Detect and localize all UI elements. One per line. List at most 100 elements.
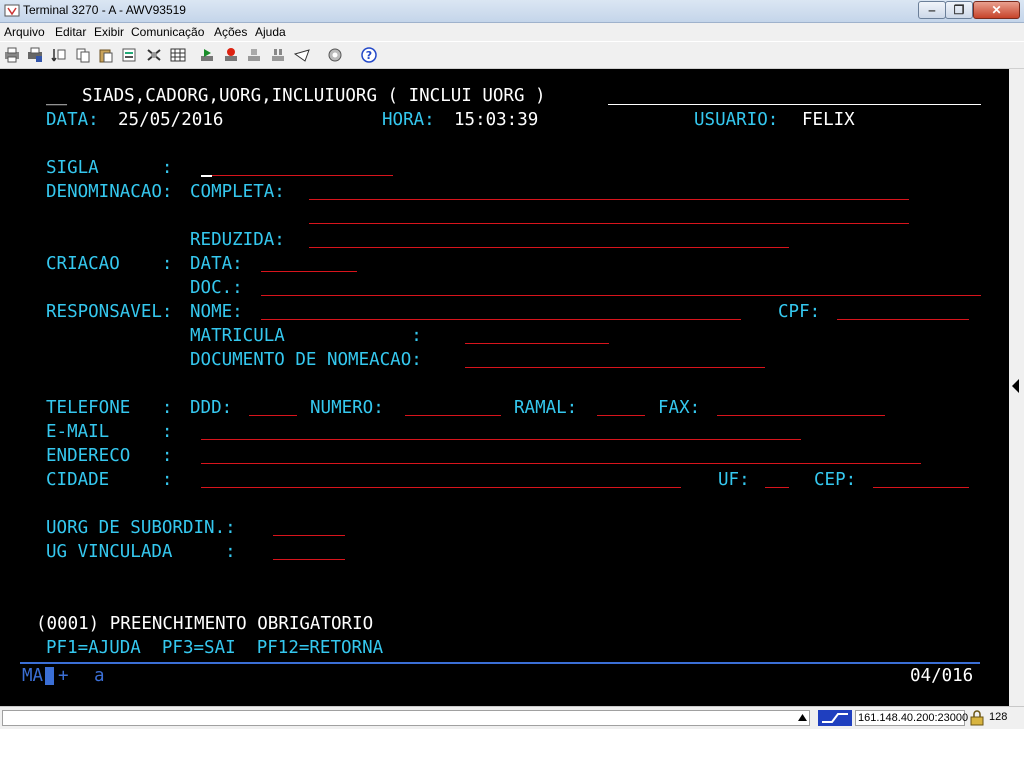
fax-label: FAX: <box>658 398 701 418</box>
menu-bar: Arquivo Editar Exibir Comunicação Ações … <box>0 23 1024 41</box>
reduzida-label: REDUZIDA: <box>190 230 285 250</box>
ug-vinculada-label: UG VINCULADA : <box>46 542 236 562</box>
data-value: 25/05/2016 <box>118 110 224 130</box>
responsavel-label: RESPONSAVEL: <box>46 302 173 322</box>
connection-status-icon <box>818 710 852 726</box>
oia-a: a <box>94 666 105 686</box>
hora-value: 15:03:39 <box>454 110 539 130</box>
status-bar: 161.148.40.200:23000 128 <box>0 706 1024 729</box>
fax-field[interactable] <box>717 415 885 416</box>
email-field[interactable] <box>201 439 801 440</box>
host-address: 161.148.40.200:23000 <box>858 712 969 724</box>
menu-acoes[interactable]: Ações <box>214 25 247 39</box>
side-panel-toggle[interactable] <box>1009 69 1024 706</box>
menu-editar[interactable]: Editar <box>55 25 86 39</box>
uf-field[interactable] <box>765 487 789 488</box>
scroll-up-icon[interactable] <box>798 714 807 721</box>
doc-field[interactable] <box>261 295 981 296</box>
usuario-value: FELIX <box>802 110 855 130</box>
minimize-button[interactable]: ‒ <box>918 1 946 19</box>
completa-label: COMPLETA: <box>190 182 285 202</box>
uorg-subordin-field[interactable] <box>273 535 345 536</box>
settings-icon[interactable] <box>327 47 343 63</box>
matricula-field[interactable] <box>465 343 609 344</box>
paste-icon[interactable] <box>98 47 114 63</box>
send-icon[interactable] <box>294 47 310 63</box>
menu-exibir[interactable]: Exibir <box>94 25 124 39</box>
oia-plus: + <box>58 666 69 686</box>
collapse-arrow-icon <box>1012 379 1019 393</box>
close-icon: ✕ <box>991 3 1002 17</box>
minimize-icon: ‒ <box>928 3 936 17</box>
record-icon[interactable] <box>223 47 239 63</box>
ddd-field[interactable] <box>249 415 297 416</box>
uorg-subordin-label: UORG DE SUBORDIN.: <box>46 518 236 538</box>
denominacao-label: DENOMINACAO: <box>46 182 173 202</box>
matricula-label: MATRICULA : <box>190 326 422 346</box>
data-label: DATA: <box>46 110 99 130</box>
terminal-screen[interactable]: __ SIADS,CADORG,UORG,INCLUIUORG ( INCLUI… <box>0 69 1009 706</box>
cidade-label: CIDADE : <box>46 470 173 490</box>
text-cursor <box>201 175 212 177</box>
help-icon[interactable]: ? <box>361 47 377 63</box>
ramal-field[interactable] <box>597 415 645 416</box>
terminal-app-icon <box>4 4 20 17</box>
status-code: 128 <box>989 711 1008 723</box>
copy-icon[interactable] <box>75 47 91 63</box>
usuario-label: USUARIO: <box>694 110 779 130</box>
status-message: (0001) PREENCHIMENTO OBRIGATORIO <box>36 614 374 634</box>
completa-field-line1[interactable] <box>309 199 909 200</box>
header-prefix: __ <box>46 86 68 106</box>
menu-arquivo[interactable]: Arquivo <box>4 25 45 39</box>
completa-field-line2[interactable] <box>309 223 909 224</box>
clipboard-icon[interactable] <box>121 47 137 63</box>
sigla-field[interactable] <box>212 175 393 176</box>
status-message-box <box>2 710 810 726</box>
cidade-field[interactable] <box>201 487 681 488</box>
nome-field[interactable] <box>261 319 741 320</box>
keypad-icon[interactable] <box>170 47 186 63</box>
criacao-label: CRIACAO : <box>46 254 173 274</box>
toolbar: ? <box>0 42 1024 69</box>
screen-title: SIADS,CADORG,UORG,INCLUIUORG ( INCLUI UO… <box>82 86 546 106</box>
oia-ma: MA <box>22 666 44 686</box>
cep-label: CEP: <box>814 470 857 490</box>
ramal-label: RAMAL: <box>514 398 578 418</box>
hora-label: HORA: <box>382 110 435 130</box>
host-address-box: 161.148.40.200:23000 <box>855 710 969 726</box>
print-setup-icon[interactable] <box>27 47 43 63</box>
svg-text:?: ? <box>366 49 372 62</box>
uf-label: UF: <box>718 470 750 490</box>
ug-vinculada-field[interactable] <box>273 559 345 560</box>
lock-icon <box>970 710 984 726</box>
stop-icon[interactable] <box>246 47 262 63</box>
play-icon[interactable] <box>199 47 215 63</box>
header-underline <box>608 104 981 105</box>
macro-icon[interactable] <box>146 47 162 63</box>
criacao-data-label: DATA: <box>190 254 243 274</box>
cpf-field[interactable] <box>837 319 969 320</box>
sigla-label: SIGLA : <box>46 158 173 178</box>
endereco-field[interactable] <box>201 463 921 464</box>
maximize-button[interactable]: ❐ <box>945 1 973 19</box>
cursor-position: 04/016 <box>910 666 974 686</box>
print-screen-icon[interactable] <box>4 47 20 63</box>
ddd-label: DDD: <box>190 398 233 418</box>
pause-icon[interactable] <box>270 47 286 63</box>
doc-nomeacao-label: DOCUMENTO DE NOMEACAO: <box>190 350 422 370</box>
doc-nomeacao-field[interactable] <box>465 367 765 368</box>
numero-label: NUMERO: <box>310 398 384 418</box>
cpf-label: CPF: <box>778 302 821 322</box>
reduzida-field[interactable] <box>309 247 789 248</box>
cep-field[interactable] <box>873 487 969 488</box>
numero-field[interactable] <box>405 415 501 416</box>
oia-separator <box>20 662 980 664</box>
oia-cursor-block <box>45 667 54 685</box>
close-button[interactable]: ✕ <box>973 1 1020 19</box>
endereco-label: ENDERECO : <box>46 446 173 466</box>
transfer-icon[interactable] <box>51 47 67 63</box>
menu-comunicacao[interactable]: Comunicação <box>131 25 204 39</box>
menu-ajuda[interactable]: Ajuda <box>255 25 286 39</box>
criacao-data-field[interactable] <box>261 271 357 272</box>
email-label: E-MAIL : <box>46 422 173 442</box>
